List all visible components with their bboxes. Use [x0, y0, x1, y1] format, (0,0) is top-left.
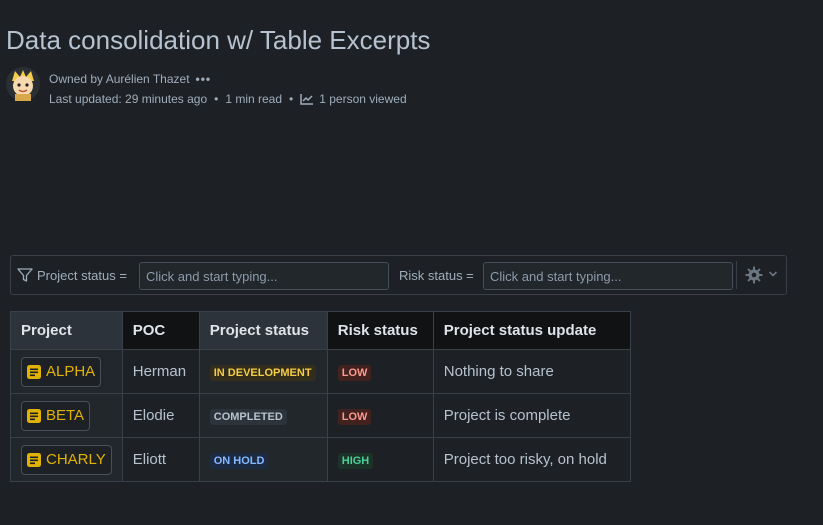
byline-meta: Owned by Aurélien Thazet ••• Last update… — [49, 69, 407, 109]
column-header-project-status-update[interactable]: Project status update — [432, 311, 631, 350]
project-link-charly[interactable]: CHARLY — [21, 444, 112, 475]
project-cell: BETA — [10, 393, 123, 438]
project-cell: ALPHA — [10, 349, 123, 394]
risk-status-filter-input[interactable] — [483, 262, 733, 290]
risk-status-cell: HIGH — [326, 437, 434, 482]
page-title: Data consolidation w/ Table Excerpts — [6, 25, 431, 56]
poc-cell: Elodie — [121, 393, 200, 438]
table-row: ALPHA Herman IN DEVELOPMENT LOW Nothing … — [10, 349, 631, 394]
project-status-filter-input[interactable] — [139, 262, 389, 290]
project-link-beta[interactable]: BETA — [21, 400, 91, 431]
separator: • — [289, 92, 294, 106]
risk-badge: HIGH — [337, 452, 374, 469]
funnel-icon — [17, 268, 33, 282]
project-cell: CHARLY — [10, 437, 123, 482]
project-link-alpha[interactable]: ALPHA — [21, 356, 102, 387]
chevron-down-icon[interactable] — [768, 270, 778, 278]
table-row: CHARLY Eliott ON HOLD HIGH Project too r… — [10, 437, 631, 482]
project-status-cell: ON HOLD — [198, 437, 328, 482]
project-name: BETA — [46, 407, 85, 424]
page-icon — [27, 452, 41, 467]
divider — [736, 261, 737, 289]
project-name: CHARLY — [46, 451, 106, 468]
poc-cell: Herman — [121, 349, 200, 394]
risk-status-cell: LOW — [326, 349, 434, 394]
risk-badge: LOW — [337, 408, 372, 425]
poc-cell: Eliott — [121, 437, 200, 482]
status-update-cell: Nothing to share — [432, 349, 631, 394]
page-icon — [27, 364, 41, 379]
gear-icon[interactable] — [745, 266, 763, 284]
risk-status-cell: LOW — [326, 393, 434, 438]
status-badge: IN DEVELOPMENT — [209, 364, 316, 381]
status-badge: COMPLETED — [209, 408, 287, 425]
column-header-project-status[interactable]: Project status — [198, 311, 328, 350]
risk-badge: LOW — [337, 364, 372, 381]
separator: • — [214, 92, 219, 106]
owner-text: Owned by Aurélien Thazet — [49, 72, 190, 86]
filter-bar: Project status = Risk status = — [10, 255, 787, 295]
status-update-cell: Project is complete — [432, 393, 631, 438]
status-update-cell: Project too risky, on hold — [432, 437, 631, 482]
viewers-count[interactable]: 1 person viewed — [319, 91, 406, 107]
avatar[interactable] — [6, 67, 40, 101]
project-name: ALPHA — [46, 363, 96, 380]
project-status-cell: IN DEVELOPMENT — [198, 349, 328, 394]
table-row: BETA Elodie COMPLETED LOW Project is com… — [10, 393, 631, 438]
status-badge: ON HOLD — [209, 452, 269, 469]
column-header-poc[interactable]: POC — [121, 311, 200, 350]
page-icon — [27, 408, 41, 423]
column-header-risk-status[interactable]: Risk status — [326, 311, 434, 350]
projects-table: Project POC Project status Risk status P… — [10, 311, 631, 482]
read-time: 1 min read — [225, 92, 283, 106]
line-chart-icon — [300, 94, 314, 105]
confluence-page: Data consolidation w/ Table Excerpts Own… — [0, 0, 823, 525]
last-updated[interactable]: Last updated: 29 minutes ago — [49, 91, 207, 107]
column-header-project[interactable]: Project — [10, 311, 123, 350]
table-header-row: Project POC Project status Risk status P… — [10, 311, 631, 350]
more-actions-button[interactable]: ••• — [196, 71, 212, 87]
project-status-filter-label: Project status = — [37, 268, 127, 283]
risk-status-filter-label: Risk status = — [399, 268, 474, 283]
project-status-cell: COMPLETED — [198, 393, 328, 438]
